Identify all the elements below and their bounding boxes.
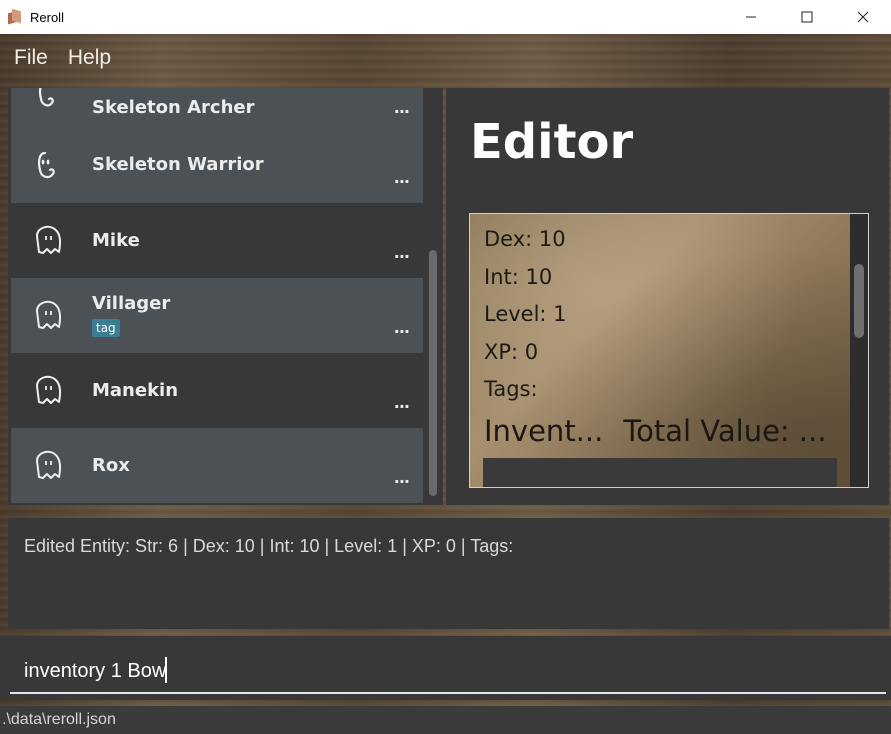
window-controls [723,0,891,34]
menu-file[interactable]: File [14,46,48,70]
editor-details-box[interactable]: Dex: 10 Int: 10 Level: 1 XP: 0 Tags: Inv… [469,213,869,488]
editor-scrollbar-thumb[interactable] [854,264,864,338]
list-item[interactable]: Rox ... [11,428,423,503]
editor-panel: Editor Dex: 10 Int: 10 Level: 1 XP: 0 Ta… [446,88,889,505]
title-bar: Reroll [0,0,891,34]
ghost-icon [36,300,62,329]
skeleton-icon [38,88,54,107]
xp-stat: XP: 0 [484,340,539,364]
close-button[interactable] [835,0,891,34]
more-button[interactable]: ... [394,168,410,187]
list-item[interactable]: Villager tag ... [11,278,423,353]
skeleton-icon [37,151,55,179]
data-file-path: .\data\reroll.json [2,711,116,728]
reroll-app-icon [6,8,22,25]
entity-name: Villager [92,293,171,314]
ghost-icon [36,450,62,479]
entity-name: Skeleton Archer [92,97,255,118]
command-box [0,636,891,700]
total-value-header: Total Value: ... [623,414,827,448]
menu-bar: File Help [0,36,891,80]
minimize-button[interactable] [723,0,779,34]
entity-name: Skeleton Warrior [92,154,264,175]
more-button[interactable]: ... [394,393,410,412]
more-button[interactable]: ... [394,468,410,487]
list-item[interactable]: Mike ... [11,203,423,278]
window-title: Reroll [30,9,64,25]
entity-list-panel[interactable]: Skeleton Archer ... Skeleton Warrior ...… [8,88,443,505]
tag-badge: tag [92,319,120,337]
ghost-icon [36,225,62,254]
result-display: Edited Entity: Str: 6 | Dex: 10 | Int: 1… [8,518,889,629]
list-item[interactable]: Skeleton Warrior ... [11,128,423,203]
entity-name: Rox [92,455,130,476]
level-stat: Level: 1 [484,302,567,326]
list-item[interactable]: Manekin ... [11,353,423,428]
entity-name: Manekin [92,380,179,401]
inventory-header: Invent... [484,414,604,448]
menu-help[interactable]: Help [68,46,111,70]
editor-scrollbar-track[interactable] [850,214,868,487]
maximize-icon [801,11,813,23]
status-bar: .\data\reroll.json [0,706,891,734]
list-scrollbar-thumb[interactable] [429,250,437,496]
tags-label: Tags: [484,377,538,401]
command-input[interactable] [10,650,886,694]
more-button[interactable]: ... [394,243,410,262]
text-caret [165,657,167,683]
more-button[interactable]: ... [394,98,410,117]
list-item[interactable]: Skeleton Archer ... [11,88,423,128]
int-stat: Int: 10 [484,265,553,289]
result-text: Edited Entity: Str: 6 | Dex: 10 | Int: 1… [24,536,514,556]
maximize-button[interactable] [779,0,835,34]
close-icon [857,11,869,23]
inventory-table[interactable] [483,458,837,487]
entity-name: Mike [92,230,140,251]
dex-stat: Dex: 10 [484,227,566,251]
minimize-icon [746,16,756,18]
editor-title: Editor [470,114,634,170]
ghost-icon [36,375,62,404]
more-button[interactable]: ... [394,318,410,337]
